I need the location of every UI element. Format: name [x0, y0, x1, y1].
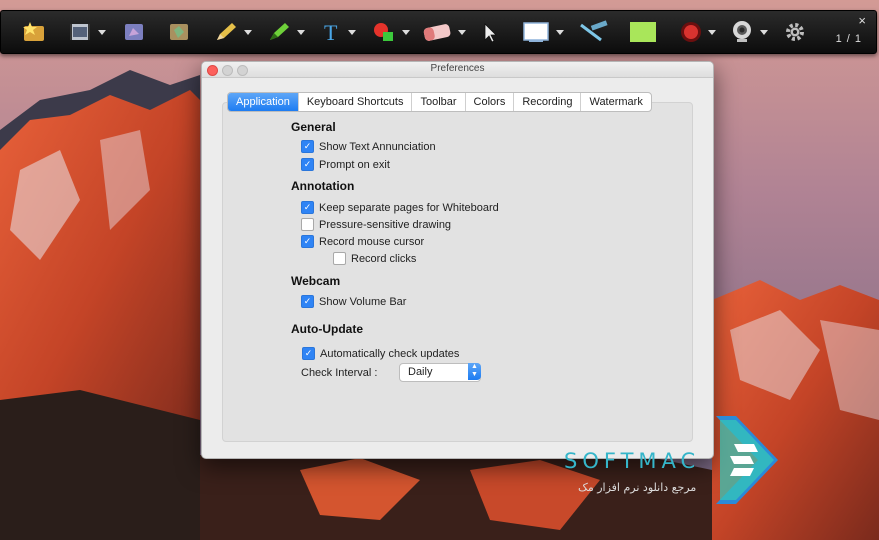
gear-icon[interactable] — [783, 18, 807, 46]
option-label: Record clicks — [351, 252, 417, 265]
eraser-icon[interactable] — [421, 18, 466, 46]
option-label: Pressure-sensitive drawing — [319, 218, 452, 231]
preferences-window: Preferences Application Keyboard Shortcu… — [201, 61, 714, 459]
option-label: Automatically check updates — [320, 347, 460, 360]
checkbox-unchecked[interactable] — [333, 252, 346, 265]
chevron-down-icon[interactable] — [458, 29, 466, 35]
tab-application[interactable]: Application — [228, 93, 299, 111]
page-indicator: 1 / 1 — [835, 33, 862, 45]
checkbox-checked[interactable]: ✓ — [301, 140, 314, 153]
section-annotation-title: Annotation — [291, 179, 355, 193]
option-label: Show Text Annunciation — [319, 140, 436, 153]
section-autoupdate-title: Auto-Update — [291, 322, 363, 336]
updown-arrows-icon[interactable]: ▲ ▼ — [468, 363, 481, 380]
chevron-down-icon[interactable] — [708, 29, 716, 35]
checkbox-checked[interactable]: ✓ — [301, 295, 314, 308]
screen-icon[interactable] — [521, 18, 564, 46]
film-icon[interactable] — [67, 18, 106, 46]
star-folder-icon[interactable] — [21, 18, 47, 46]
option-record-mouse-cursor[interactable]: ✓ Record mouse cursor — [301, 235, 424, 248]
check-interval-label: Check Interval : — [301, 367, 378, 379]
book-icon[interactable] — [166, 18, 192, 46]
tab-keyboard-shortcuts[interactable]: Keyboard Shortcuts — [299, 93, 413, 111]
close-icon[interactable]: × — [858, 13, 866, 28]
softmac-logo — [716, 416, 778, 504]
option-label: Prompt on exit — [319, 158, 390, 171]
pencil-icon[interactable] — [213, 18, 252, 46]
highlighter-icon[interactable] — [266, 18, 305, 46]
checkbox-unchecked[interactable] — [301, 218, 314, 231]
option-pressure-sensitive[interactable]: Pressure-sensitive drawing — [301, 218, 451, 231]
option-keep-separate-pages[interactable]: ✓ Keep separate pages for Whiteboard — [301, 201, 499, 214]
tab-colors[interactable]: Colors — [466, 93, 515, 111]
application-panel: General ✓ Show Text Annunciation ✓ Promp… — [222, 102, 693, 442]
chevron-down-icon[interactable] — [760, 29, 768, 35]
select-value: Daily — [408, 366, 433, 378]
tab-watermark[interactable]: Watermark — [581, 93, 650, 111]
option-record-clicks[interactable]: Record clicks — [333, 252, 416, 265]
option-show-text-annunciation[interactable]: ✓ Show Text Annunciation — [301, 140, 436, 153]
checkbox-checked[interactable]: ✓ — [301, 201, 314, 214]
option-auto-check-updates[interactable]: ✓ Automatically check updates — [302, 347, 459, 360]
chevron-down-icon[interactable] — [297, 29, 305, 35]
chevron-down-icon[interactable] — [348, 29, 356, 35]
pointer-icon[interactable] — [482, 18, 498, 46]
checkbox-checked[interactable]: ✓ — [302, 347, 315, 360]
watermark-brand: SOFTMAC — [564, 449, 701, 473]
option-prompt-on-exit[interactable]: ✓ Prompt on exit — [301, 158, 390, 171]
check-interval-select[interactable]: Daily ▲ ▼ — [399, 363, 481, 382]
tab-toolbar[interactable]: Toolbar — [412, 93, 466, 111]
chevron-down-icon[interactable] — [244, 29, 252, 35]
checkbox-checked[interactable]: ✓ — [301, 158, 314, 171]
svg-text:T: T — [324, 20, 338, 44]
preferences-tabs: Application Keyboard Shortcuts Toolbar C… — [227, 92, 652, 112]
shapes-icon[interactable] — [371, 18, 410, 46]
watermark-tagline: مرجع دانلود نرم افزار مک — [578, 481, 697, 494]
section-general-title: General — [291, 120, 336, 134]
option-show-volume-bar[interactable]: ✓ Show Volume Bar — [301, 295, 406, 308]
webcam-icon[interactable] — [729, 18, 768, 46]
text-tool-icon[interactable]: T — [321, 18, 356, 46]
chevron-down-icon[interactable] — [556, 29, 564, 35]
option-label: Keep separate pages for Whiteboard — [319, 201, 499, 214]
section-webcam-title: Webcam — [291, 274, 341, 288]
checkbox-checked[interactable]: ✓ — [301, 235, 314, 248]
line-tool-icon[interactable] — [577, 18, 609, 46]
window-titlebar[interactable]: Preferences — [202, 62, 713, 78]
hand-icon[interactable] — [121, 18, 147, 46]
chevron-down-icon[interactable] — [98, 29, 106, 35]
window-title: Preferences — [430, 63, 485, 74]
option-label: Record mouse cursor — [319, 235, 425, 248]
annotation-toolbar: T × 1 / 1 — [0, 10, 877, 54]
record-icon[interactable] — [679, 18, 716, 46]
tab-recording[interactable]: Recording — [514, 93, 582, 111]
color-swatch-icon[interactable] — [629, 18, 657, 46]
option-label: Show Volume Bar — [319, 295, 407, 308]
chevron-down-icon[interactable] — [402, 29, 410, 35]
